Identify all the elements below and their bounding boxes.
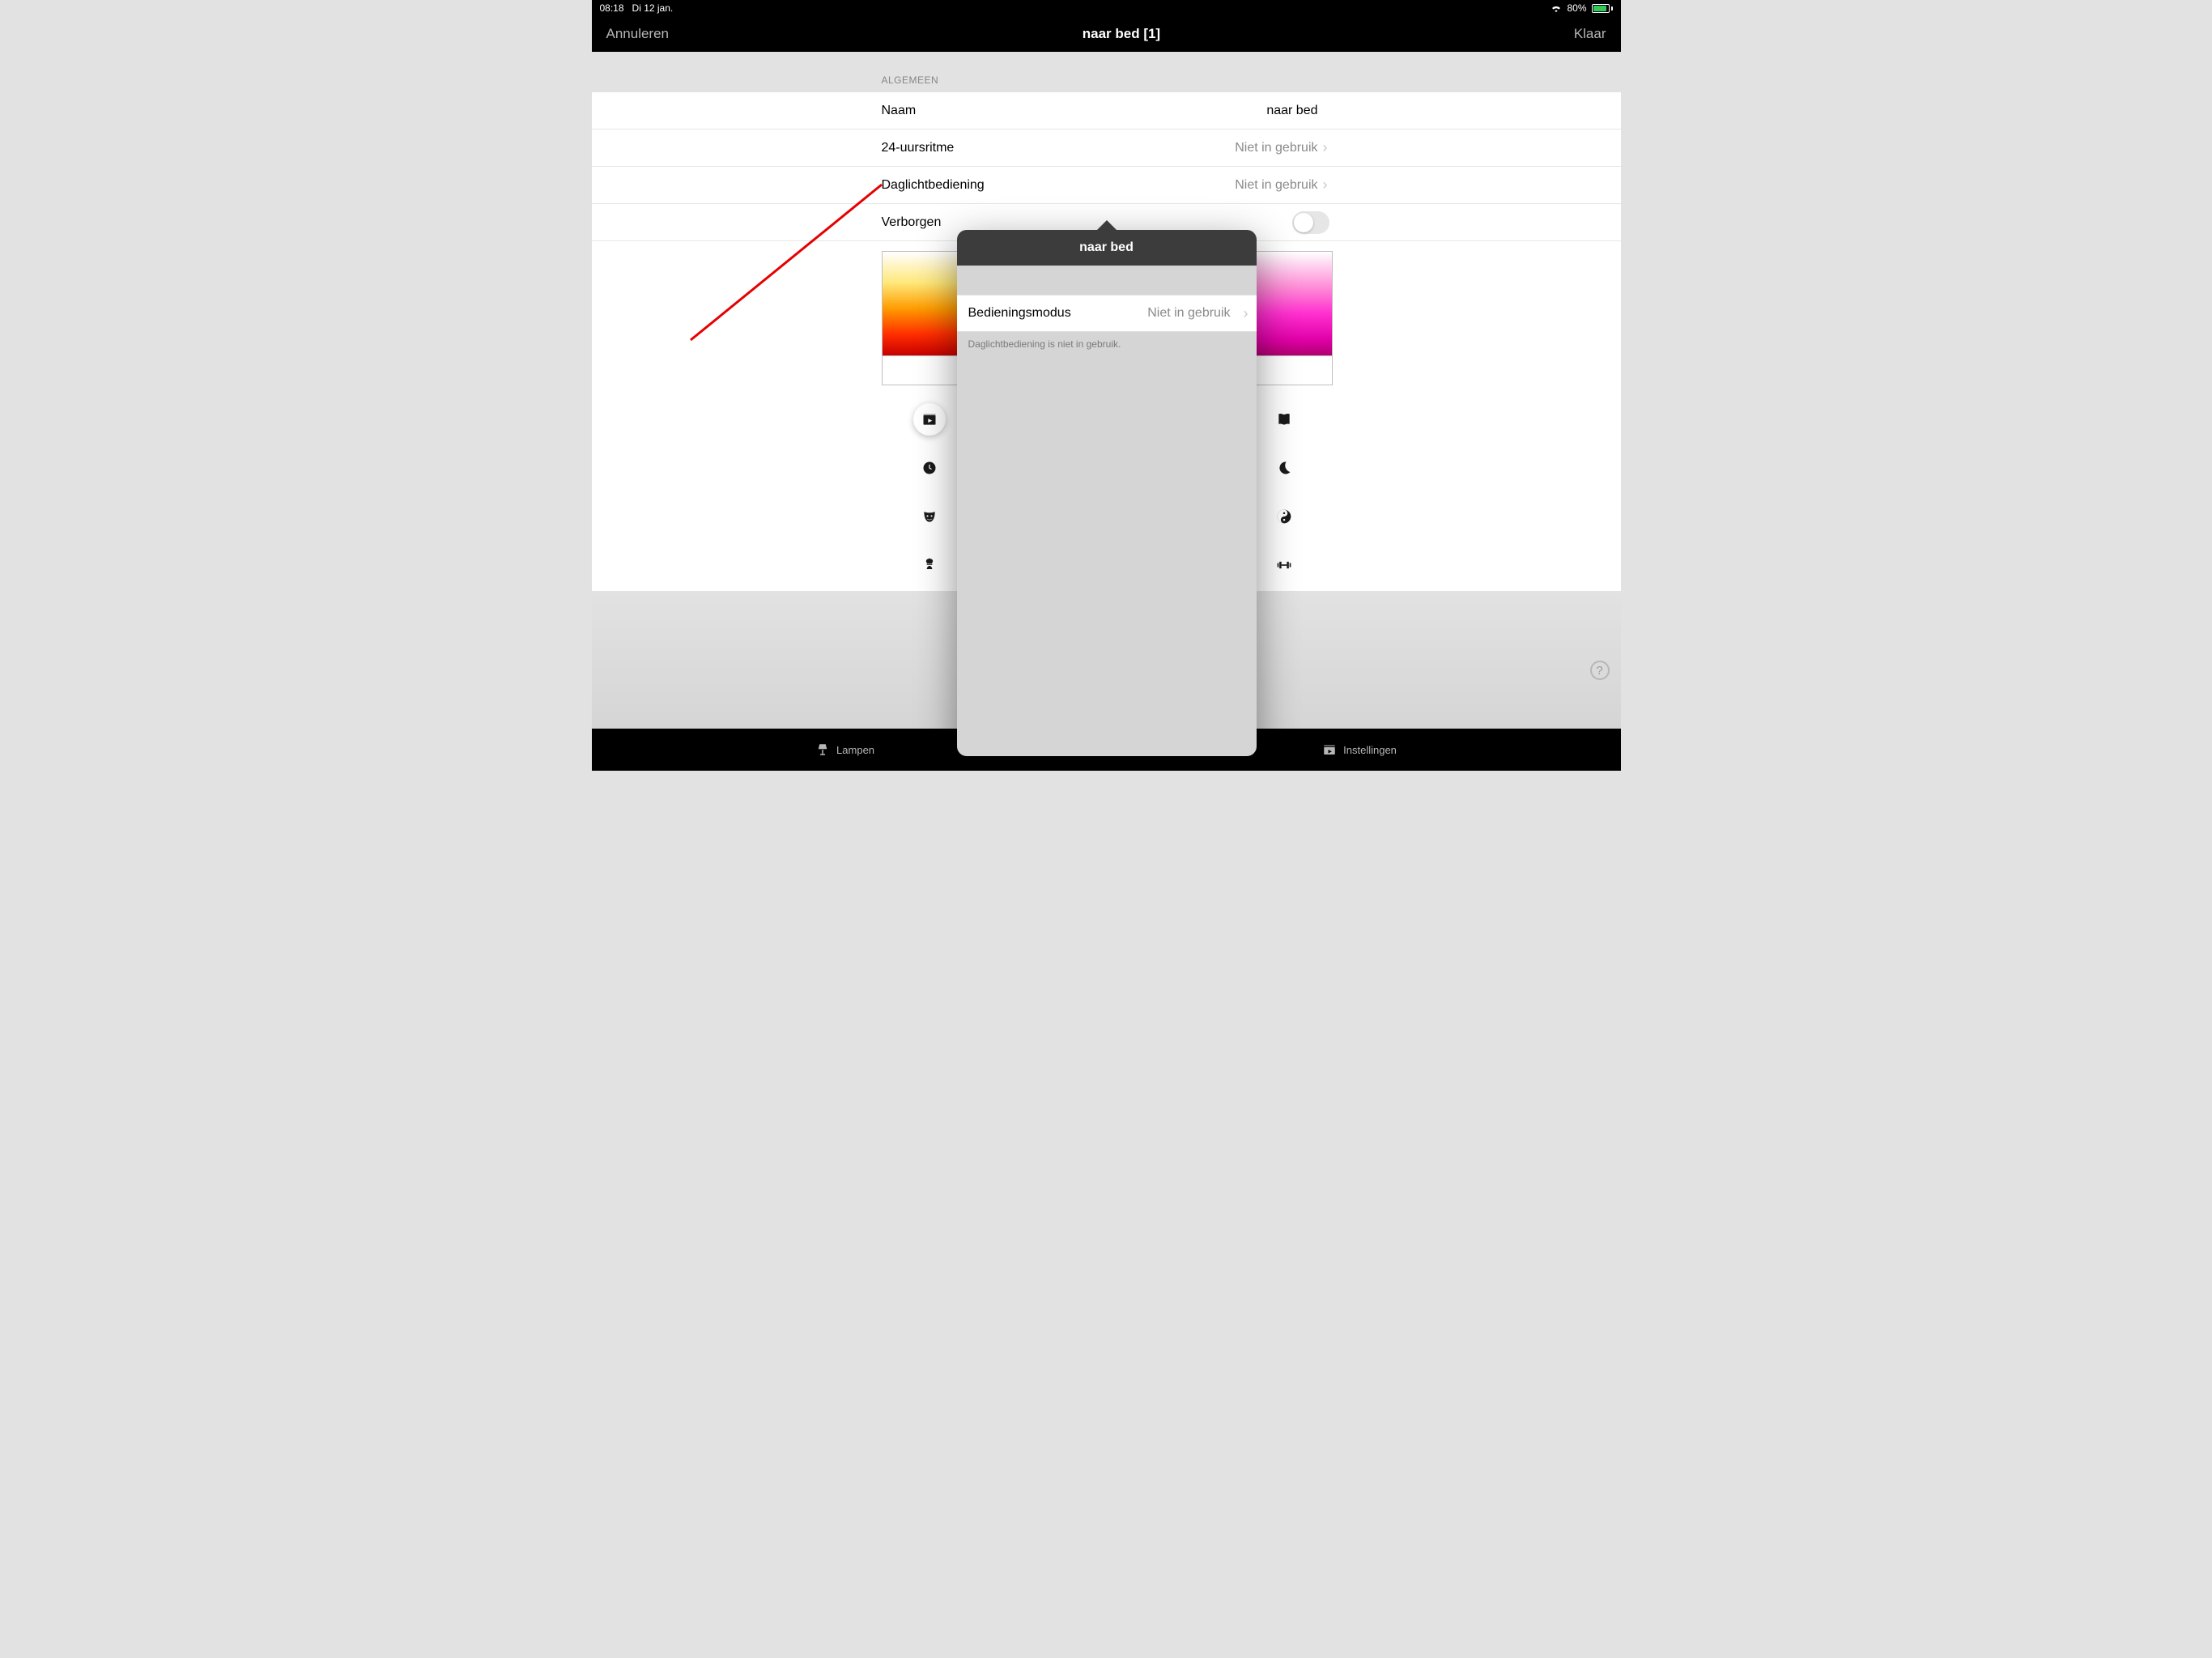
- status-right: 80%: [1551, 2, 1612, 14]
- scene-mask[interactable]: [913, 500, 946, 533]
- nav-title: naar bed [1]: [1083, 26, 1160, 42]
- row-daylight[interactable]: Daglichtbediening Niet in gebruik ›: [592, 167, 1621, 204]
- row-name[interactable]: Naam naar bed: [592, 92, 1621, 130]
- tab-lamps-label: Lampen: [836, 744, 874, 756]
- done-button[interactable]: Klaar: [1574, 26, 1606, 42]
- scene-clock[interactable]: [913, 452, 946, 484]
- popover-title: naar bed: [957, 230, 1257, 266]
- section-header-general: ALGEMEEN: [592, 52, 1621, 92]
- clock-icon: [921, 460, 938, 476]
- row-daylight-label: Daglichtbediening: [882, 178, 985, 193]
- popover-mode-label: Bedieningsmodus: [968, 306, 1071, 321]
- tab-settings[interactable]: Instellingen: [1322, 742, 1397, 757]
- scene-moon[interactable]: [1268, 452, 1300, 484]
- row-hidden-label: Verborgen: [882, 215, 942, 230]
- wifi-icon: [1551, 4, 1562, 12]
- settings-rows: Naam naar bed 24-uursritme Niet in gebru…: [592, 92, 1621, 241]
- toggle-knob: [1294, 213, 1313, 232]
- nav-bar: Annuleren naar bed [1] Klaar: [592, 16, 1621, 52]
- status-left: 08:18 Di 12 jan.: [600, 2, 674, 14]
- clapper-icon: [1322, 742, 1337, 757]
- popover-mode-value: Niet in gebruik: [1147, 306, 1244, 321]
- tab-lamps[interactable]: Lampen: [815, 742, 874, 757]
- help-button[interactable]: ?: [1590, 661, 1610, 680]
- chevron-right-icon: ›: [1323, 139, 1328, 156]
- tab-settings-label: Instellingen: [1343, 744, 1397, 756]
- status-time: 08:18: [600, 2, 624, 14]
- status-date: Di 12 jan.: [632, 2, 674, 14]
- popover-spacer: [957, 266, 1257, 295]
- daylight-popover: naar bed Bedieningsmodus Niet in gebruik…: [957, 230, 1257, 756]
- chevron-right-icon: ›: [1323, 176, 1328, 193]
- cancel-button[interactable]: Annuleren: [606, 26, 670, 42]
- scene-movie[interactable]: [913, 403, 946, 436]
- hidden-toggle[interactable]: [1292, 211, 1329, 234]
- book-icon: [1276, 411, 1292, 427]
- row-circadian-value: Niet in gebruik: [1235, 141, 1606, 155]
- scene-book[interactable]: [1268, 403, 1300, 436]
- battery-icon: [1592, 4, 1613, 13]
- popover-note: Daglichtbediening is niet in gebruik.: [957, 332, 1257, 356]
- scene-dumbbell[interactable]: [1268, 549, 1300, 581]
- moon-icon: [1276, 460, 1292, 476]
- chef-icon: [921, 557, 938, 573]
- screen: 08:18 Di 12 jan. 80% Annuleren naar bed …: [592, 0, 1621, 771]
- chevron-right-icon: ›: [1244, 305, 1249, 322]
- movie-icon: [921, 411, 938, 427]
- status-bar: 08:18 Di 12 jan. 80%: [592, 0, 1621, 16]
- popover-mode-row[interactable]: Bedieningsmodus Niet in gebruik ›: [957, 295, 1257, 332]
- row-name-label: Naam: [882, 104, 917, 118]
- comedy-mask-icon: [921, 508, 938, 525]
- lamp-icon: [815, 742, 830, 757]
- battery-pct: 80%: [1567, 2, 1586, 14]
- yinyang-icon: [1276, 508, 1292, 525]
- row-name-value: naar bed: [1266, 104, 1606, 118]
- scene-chef[interactable]: [913, 549, 946, 581]
- dumbbell-icon: [1276, 557, 1292, 573]
- row-daylight-value: Niet in gebruik: [1235, 178, 1606, 193]
- row-circadian-label: 24-uursritme: [882, 141, 955, 155]
- popover-arrow: [1097, 220, 1117, 230]
- row-circadian[interactable]: 24-uursritme Niet in gebruik ›: [592, 130, 1621, 167]
- scene-yinyang[interactable]: [1268, 500, 1300, 533]
